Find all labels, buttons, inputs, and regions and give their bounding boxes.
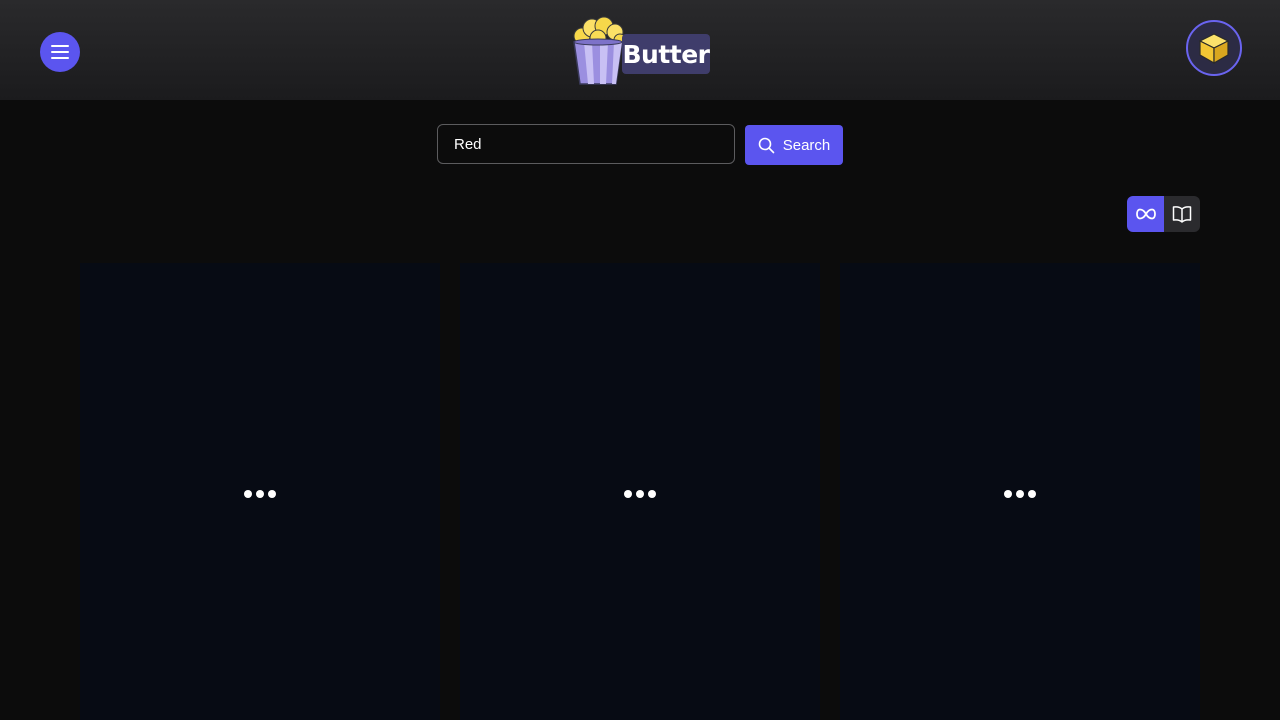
result-card-loading xyxy=(80,263,440,720)
loading-dot xyxy=(1016,489,1024,498)
search-button-label: Search xyxy=(782,136,831,154)
loading-dot xyxy=(256,489,264,498)
profile-button[interactable] xyxy=(1186,20,1242,76)
loading-dot xyxy=(1004,489,1012,498)
hamburger-menu-icon xyxy=(51,45,69,59)
brand-logo[interactable]: Butter xyxy=(570,14,712,86)
menu-button[interactable] xyxy=(40,32,80,72)
search-icon xyxy=(758,137,775,153)
popcorn-bucket-icon xyxy=(573,16,627,85)
result-card-loading xyxy=(460,263,820,720)
search-input[interactable] xyxy=(437,124,735,164)
loading-indicator xyxy=(244,489,276,498)
infinity-icon xyxy=(1135,208,1156,220)
loading-indicator xyxy=(1004,489,1036,498)
search-button[interactable]: Search xyxy=(745,125,843,165)
loading-dot xyxy=(1028,489,1036,498)
loading-dot xyxy=(648,489,656,498)
brand-wordmark: Butter xyxy=(622,34,710,74)
top-bar: Butter xyxy=(0,0,1280,100)
infinite-scroll-option[interactable] xyxy=(1127,196,1164,232)
loading-dot xyxy=(624,489,632,498)
loading-dot xyxy=(268,489,276,498)
loading-dot xyxy=(636,489,644,498)
result-card-loading xyxy=(840,263,1200,720)
book-icon xyxy=(1172,206,1192,223)
loading-dot xyxy=(244,489,252,498)
paged-option[interactable] xyxy=(1164,196,1200,232)
loading-indicator xyxy=(624,489,656,498)
brand-name: Butter xyxy=(622,39,710,69)
view-mode-toggle xyxy=(1127,196,1200,232)
cube-icon xyxy=(1198,33,1230,65)
